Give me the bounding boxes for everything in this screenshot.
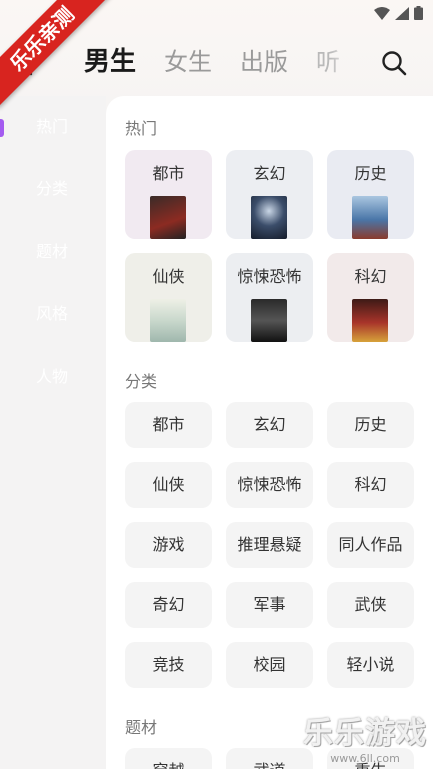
sidebar-item-hot[interactable]: 热门 — [0, 107, 106, 147]
category-pill[interactable]: 玄幻 — [226, 402, 313, 448]
hot-card-fantasy[interactable]: 玄幻 — [226, 150, 313, 239]
sidebar-item-label: 热门 — [36, 117, 69, 136]
watermark-url: www.6ll.com — [330, 752, 400, 765]
sidebar-item-character[interactable]: 人物 — [0, 357, 106, 397]
category-pill[interactable]: 军事 — [226, 582, 313, 628]
battery-icon — [414, 6, 423, 20]
tab-publish[interactable]: 出版 — [240, 44, 288, 80]
signal-icon — [395, 6, 409, 20]
sidebar-item-category[interactable]: 分类 — [0, 169, 106, 209]
book-cover-image — [150, 196, 186, 239]
watermark-text: 乐乐游戏 — [303, 716, 427, 751]
hot-card-horror[interactable]: 惊悚恐怖 — [226, 253, 313, 342]
search-icon[interactable] — [381, 50, 407, 76]
category-pill[interactable]: 同人作品 — [327, 522, 414, 568]
sidebar-item-label: 人物 — [36, 367, 69, 386]
hot-card-history[interactable]: 历史 — [327, 150, 414, 239]
category-pill[interactable]: 历史 — [327, 402, 414, 448]
category-pill[interactable]: 科幻 — [327, 462, 414, 508]
category-sidebar: 热门 分类 题材 风格 人物 — [0, 96, 106, 769]
section-title-hot: 热门 — [125, 119, 158, 138]
sidebar-item-theme[interactable]: 题材 — [0, 232, 106, 272]
tab-female[interactable]: 女生 — [164, 44, 212, 80]
section-title-category: 分类 — [125, 372, 158, 391]
category-pill[interactable]: 竞技 — [125, 642, 212, 688]
book-cover-image — [352, 299, 388, 342]
site-watermark: 乐乐游戏 www.6ll.com — [303, 708, 427, 765]
category-pill[interactable]: 仙侠 — [125, 462, 212, 508]
tab-listen[interactable]: 听 — [316, 44, 352, 80]
hot-card-scifi[interactable]: 科幻 — [327, 253, 414, 342]
category-pill[interactable]: 游戏 — [125, 522, 212, 568]
book-cover-image — [352, 196, 388, 239]
category-pill[interactable]: 推理悬疑 — [226, 522, 313, 568]
wifi-icon — [374, 6, 390, 20]
hot-card-city[interactable]: 都市 — [125, 150, 212, 239]
sidebar-item-label: 分类 — [36, 179, 69, 198]
gender-tabs: 男生 女生 出版 听 — [84, 44, 352, 80]
category-pill[interactable]: 都市 — [125, 402, 212, 448]
sidebar-item-style[interactable]: 风格 — [0, 294, 106, 334]
section-title-theme: 题材 — [125, 718, 158, 737]
category-pill[interactable]: 惊悚恐怖 — [226, 462, 313, 508]
book-cover-image — [251, 299, 287, 342]
content-panel: 热门 都市 玄幻 历史 仙侠 惊悚恐怖 科幻 分类 都市 玄幻 历史 仙侠 惊悚… — [106, 96, 433, 769]
hot-card-label: 都市 — [152, 164, 185, 183]
hot-card-label: 仙侠 — [152, 267, 185, 286]
sidebar-item-label: 题材 — [36, 242, 69, 261]
category-pill[interactable]: 武侠 — [327, 582, 414, 628]
hot-card-label: 玄幻 — [253, 164, 286, 183]
active-indicator — [0, 119, 4, 137]
hot-card-label: 惊悚恐怖 — [237, 267, 302, 286]
book-cover-image — [251, 196, 287, 239]
hot-card-label: 历史 — [354, 164, 387, 183]
hot-card-label: 科幻 — [354, 267, 387, 286]
category-pill[interactable]: 轻小说 — [327, 642, 414, 688]
category-pill[interactable]: 校园 — [226, 642, 313, 688]
tab-male[interactable]: 男生 — [84, 44, 136, 80]
hot-card-xianxia[interactable]: 仙侠 — [125, 253, 212, 342]
sidebar-item-label: 风格 — [36, 304, 69, 323]
theme-pill[interactable]: 穿越 — [125, 748, 212, 769]
book-cover-image — [150, 299, 186, 342]
theme-pill[interactable]: 武道 — [226, 748, 313, 769]
category-pill[interactable]: 奇幻 — [125, 582, 212, 628]
